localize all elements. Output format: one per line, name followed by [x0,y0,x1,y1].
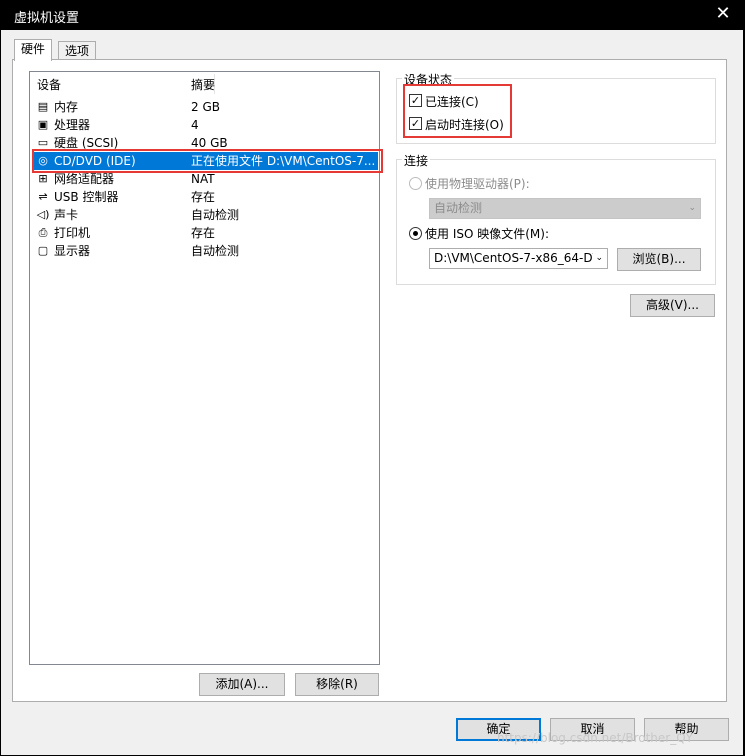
iso-image-radio[interactable] [409,227,422,240]
close-icon[interactable]: ✕ [713,4,733,24]
device-summary: 存在 [191,190,216,204]
cpu-icon: ▣ [37,118,49,131]
device-summary: 存在 [191,226,216,240]
physical-drive-radio[interactable] [409,177,422,190]
device-name: 显示器 [54,244,91,258]
device-row-cpu[interactable]: ▣ 处理器 4 [33,116,378,134]
device-summary: 自动检测 [191,244,240,258]
usb-icon: ⇌ [38,190,48,203]
physical-drive-label[interactable]: 使用物理驱动器(P): [425,175,530,192]
memory-icon: ▤ [37,100,49,113]
sound-icon: ◁) [36,208,50,221]
annotation-highlight-status [403,84,512,138]
advanced-button[interactable]: 高级(V)... [630,294,715,317]
physical-drive-value: 自动检测 [434,201,483,215]
chevron-down-icon: ⌄ [688,203,696,213]
device-name: 内存 [54,100,79,114]
iso-image-label[interactable]: 使用 ISO 映像文件(M): [425,225,549,242]
device-summary: 2 GB [191,100,220,114]
column-header-device[interactable]: 设备 [37,75,61,95]
device-summary: 自动检测 [191,208,240,222]
network-icon: ⊞ [38,172,48,185]
device-row-usb[interactable]: ⇌ USB 控制器 存在 [33,188,378,206]
device-row-display[interactable]: ▢ 显示器 自动检测 [33,242,378,260]
device-name: 打印机 [54,226,91,240]
chevron-down-icon: ⌄ [593,249,603,268]
iso-image-path-select[interactable]: D:\VM\CentOS-7-x86_64-D\ ⌄ [429,248,608,269]
harddisk-icon: ▭ [37,136,49,149]
device-name: 声卡 [54,208,79,222]
column-header-summary[interactable]: 摘要 [191,75,215,95]
physical-drive-select[interactable]: 自动检测 ⌄ [429,198,701,219]
remove-button[interactable]: 移除(R) [295,673,379,696]
device-row-sound[interactable]: ◁) 声卡 自动检测 [33,206,378,224]
display-icon: ▢ [37,244,49,257]
title-bar: 虚拟机设置 ✕ [0,0,745,30]
window-title: 虚拟机设置 [14,11,80,26]
device-name: USB 控制器 [54,190,119,204]
add-button[interactable]: 添加(A)... [199,673,285,696]
printer-icon: ⎙ [38,226,48,239]
browse-button[interactable]: 浏览(B)... [617,248,701,271]
connection-title: 连接 [402,152,431,169]
tab-options[interactable]: 选项 [58,41,97,61]
annotation-highlight-device [32,149,383,173]
watermark: https://blog.csdn.net/Brother_QY [497,731,694,745]
device-row-printer[interactable]: ⎙ 打印机 存在 [33,224,378,242]
tab-hardware[interactable]: 硬件 [14,39,53,61]
iso-image-path-value: D:\VM\CentOS-7-x86_64-D\ [434,251,597,265]
device-name: 处理器 [54,118,91,132]
device-row-memory[interactable]: ▤ 内存 2 GB [33,98,378,116]
device-summary: 4 [191,118,199,132]
